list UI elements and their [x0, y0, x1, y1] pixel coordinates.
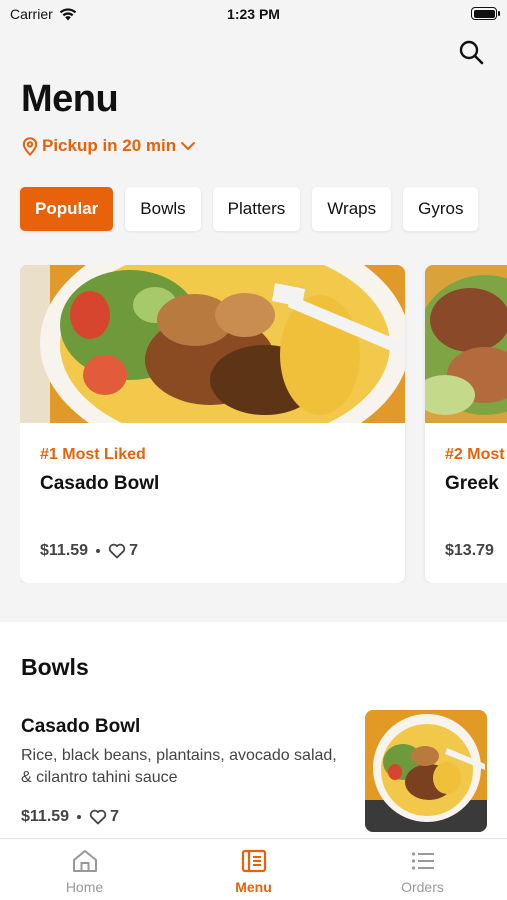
chip-bowls[interactable]: Bowls [125, 187, 201, 231]
featured-card[interactable]: #1 Most Liked Casado Bowl $11.59 7 [20, 265, 405, 583]
tab-label: Orders [401, 879, 444, 895]
card-title: Casado Bowl [40, 473, 160, 494]
home-icon [72, 850, 97, 872]
featured-carousel[interactable]: #1 Most Liked Casado Bowl $11.59 7 #2 Mo… [20, 265, 507, 583]
tab-label: Home [65, 879, 104, 895]
chip-platters[interactable]: Platters [212, 187, 301, 231]
item-description: Rice, black beans, plantains, avocado sa… [21, 747, 337, 786]
bowls-section: Bowls Casado Bowl Rice, black beans, pla… [0, 622, 507, 838]
like-count[interactable]: 7 [89, 808, 119, 826]
card-tag: #2 Most Liked [445, 446, 507, 463]
search-button[interactable] [457, 38, 485, 66]
tab-bar: Home Menu Orders [0, 838, 507, 900]
location-pin-icon [22, 136, 38, 156]
tab-orders[interactable]: Orders [338, 839, 507, 900]
tab-menu[interactable]: Menu [169, 839, 338, 900]
separator-dot [77, 815, 82, 819]
item-price: $11.59 [21, 808, 70, 825]
status-bar: Carrier 1:23 PM [0, 0, 507, 30]
card-title: Greek [445, 473, 499, 494]
heart-icon [89, 809, 107, 825]
chip-popular[interactable]: Popular [20, 187, 114, 231]
food-photo [425, 265, 507, 423]
status-time: 1:23 PM [227, 6, 280, 22]
page-title: Menu [21, 78, 119, 120]
search-icon [459, 40, 484, 65]
chip-gyros[interactable]: Gyros [403, 187, 479, 231]
battery-icon [471, 7, 500, 20]
card-tag: #1 Most Liked [40, 446, 146, 463]
heart-icon [108, 543, 126, 559]
card-price: $13.79 [445, 542, 494, 559]
chevron-down-icon [181, 142, 196, 150]
likes-value: 7 [129, 542, 138, 559]
separator-dot [96, 549, 101, 553]
pickup-time-selector[interactable]: Pickup in 20 min [22, 136, 196, 156]
like-count[interactable]: 7 [108, 542, 138, 560]
card-meta: $13.79 [445, 542, 494, 560]
section-title: Bowls [21, 654, 89, 680]
category-chips: Popular Bowls Platters Wraps Gyros [20, 187, 479, 231]
item-title: Casado Bowl [21, 716, 141, 737]
tab-home[interactable]: Home [0, 839, 169, 900]
likes-value: 7 [110, 808, 119, 825]
item-meta: $11.59 7 [21, 808, 119, 826]
item-photo [365, 710, 487, 832]
chip-wraps[interactable]: Wraps [312, 187, 392, 231]
list-icon [411, 852, 434, 870]
featured-card[interactable]: #2 Most Liked Greek $13.79 [425, 265, 507, 583]
menu-book-icon [241, 849, 266, 873]
pickup-label: Pickup in 20 min [42, 136, 177, 155]
food-photo [20, 265, 405, 423]
card-meta: $11.59 7 [40, 542, 138, 560]
card-price: $11.59 [40, 542, 89, 559]
tab-label: Menu [235, 879, 272, 895]
